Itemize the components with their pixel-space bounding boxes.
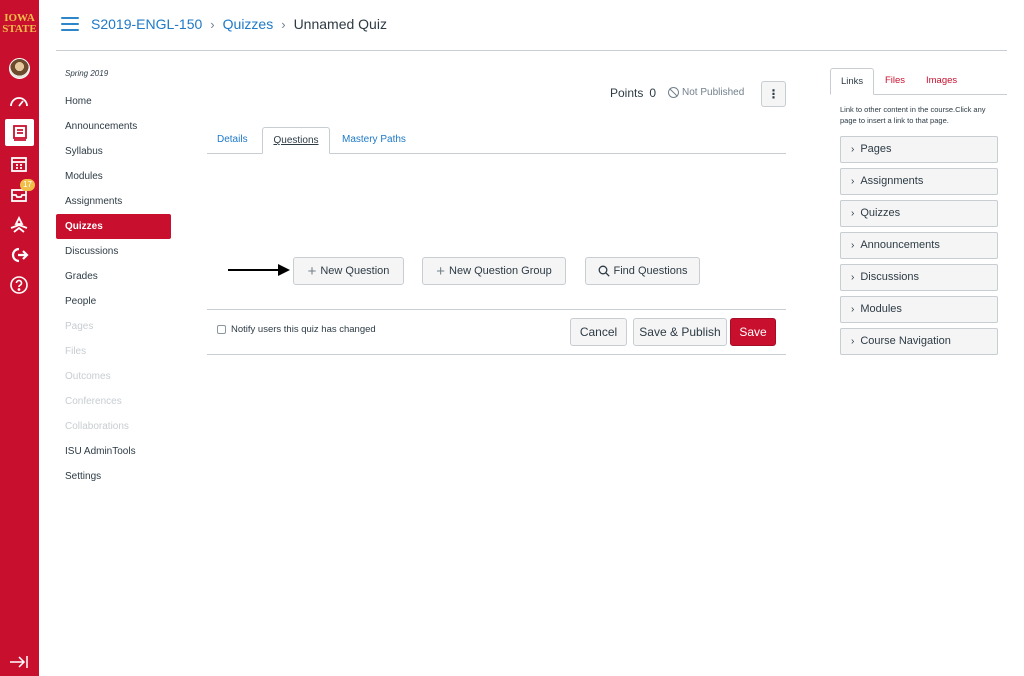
course-nav-item-isu-admintools[interactable]: ISU AdminTools bbox=[56, 439, 171, 464]
more-options-button[interactable]: ⋮ bbox=[761, 81, 786, 107]
breadcrumb-course[interactable]: S2019-ENGL-150 bbox=[91, 16, 202, 32]
section-quizzes[interactable]: › Quizzes bbox=[840, 200, 998, 227]
section-discussions[interactable]: › Discussions bbox=[840, 264, 998, 291]
inbox-badge: 17 bbox=[20, 179, 35, 191]
section-label: Modules bbox=[860, 303, 902, 315]
new-question-button[interactable]: + New Question bbox=[293, 257, 404, 285]
section-label: Announcements bbox=[860, 239, 940, 251]
section-label: Assignments bbox=[860, 175, 924, 187]
section-announcements[interactable]: › Announcements bbox=[840, 232, 998, 259]
new-question-label: New Question bbox=[320, 265, 390, 277]
publish-status-label: Not Published bbox=[682, 87, 745, 98]
save-publish-button[interactable]: Save & Publish bbox=[633, 318, 727, 346]
arrow-annotation-icon bbox=[228, 264, 290, 276]
links-help-text: Link to other content in the course.Clic… bbox=[840, 105, 986, 125]
logout-icon[interactable] bbox=[7, 243, 31, 267]
course-nav-item-syllabus[interactable]: Syllabus bbox=[56, 139, 171, 164]
logo-line-2: STATE bbox=[2, 23, 37, 35]
footer-divider bbox=[207, 354, 786, 355]
calendar-icon[interactable] bbox=[7, 152, 31, 176]
section-label: Pages bbox=[860, 143, 892, 155]
commons-icon[interactable] bbox=[7, 213, 31, 237]
course-nav-item-quizzes[interactable]: Quizzes bbox=[56, 214, 171, 239]
chevron-right-icon: › bbox=[851, 304, 855, 315]
save-button[interactable]: Save bbox=[730, 318, 776, 346]
actions-divider bbox=[207, 309, 786, 310]
course-nav-item-outcomes[interactable]: Outcomes bbox=[56, 364, 171, 389]
plus-icon: + bbox=[436, 262, 446, 280]
course-nav-item-discussions[interactable]: Discussions bbox=[56, 239, 171, 264]
points-display: Points 0 bbox=[610, 86, 656, 100]
publish-status: Not Published bbox=[668, 87, 744, 98]
chevron-right-icon: › bbox=[281, 16, 286, 32]
course-nav-item-announcements[interactable]: Announcements bbox=[56, 114, 171, 139]
global-nav: IOWA STATE 17 bbox=[0, 0, 39, 676]
points-value: 0 bbox=[649, 86, 657, 100]
hamburger-bar bbox=[61, 23, 79, 25]
notify-option[interactable]: Notify users this quiz has changed bbox=[217, 324, 376, 335]
chevron-right-icon: › bbox=[851, 336, 855, 347]
tab-images[interactable]: Images bbox=[916, 68, 967, 95]
chevron-right-icon: › bbox=[851, 144, 855, 155]
breadcrumb-current: Unnamed Quiz bbox=[293, 16, 387, 32]
course-nav-item-grades[interactable]: Grades bbox=[56, 264, 171, 289]
points-label: Points bbox=[610, 86, 644, 100]
section-pages[interactable]: › Pages bbox=[840, 136, 998, 163]
chevron-right-icon: › bbox=[851, 272, 855, 283]
tab-links[interactable]: Links bbox=[830, 68, 875, 95]
find-questions-label: Find Questions bbox=[613, 265, 688, 277]
course-nav: Home Announcements Syllabus Modules Assignme… bbox=[56, 89, 171, 489]
course-nav-item-collaborations[interactable]: Collaborations bbox=[56, 414, 171, 439]
course-nav-item-assignments[interactable]: Assignments bbox=[56, 189, 171, 214]
tab-mastery-paths[interactable]: Mastery Paths bbox=[332, 127, 416, 154]
section-modules[interactable]: › Modules bbox=[840, 296, 998, 323]
account-avatar[interactable] bbox=[9, 58, 30, 79]
section-label: Quizzes bbox=[860, 207, 901, 219]
help-icon[interactable] bbox=[7, 273, 31, 297]
section-label: Course Navigation bbox=[860, 335, 951, 347]
section-label: Discussions bbox=[860, 271, 920, 283]
collapse-nav-icon[interactable] bbox=[8, 654, 30, 670]
tab-details[interactable]: Details bbox=[207, 127, 258, 154]
term-label: Spring 2019 bbox=[65, 69, 109, 78]
tab-files[interactable]: Files bbox=[875, 68, 915, 95]
course-nav-item-pages[interactable]: Pages bbox=[56, 314, 171, 339]
quiz-tabs: Details Questions Mastery Paths bbox=[207, 127, 786, 154]
search-icon bbox=[598, 265, 610, 277]
hamburger-bar bbox=[61, 17, 79, 19]
breadcrumb-quizzes[interactable]: Quizzes bbox=[223, 16, 274, 32]
dashboard-icon[interactable] bbox=[7, 90, 31, 114]
course-nav-item-settings[interactable]: Settings bbox=[56, 464, 171, 489]
section-assignments[interactable]: › Assignments bbox=[840, 168, 998, 195]
course-nav-item-people[interactable]: People bbox=[56, 289, 171, 314]
chevron-right-icon: › bbox=[210, 16, 215, 32]
header-divider bbox=[56, 50, 1007, 51]
course-nav-item-conferences[interactable]: Conferences bbox=[56, 389, 171, 414]
courses-icon[interactable] bbox=[5, 119, 34, 146]
new-question-group-label: New Question Group bbox=[449, 265, 552, 277]
chevron-right-icon: › bbox=[851, 208, 855, 219]
course-menu-toggle[interactable] bbox=[61, 17, 79, 31]
new-question-group-button[interactable]: + New Question Group bbox=[422, 257, 566, 285]
course-nav-item-files[interactable]: Files bbox=[56, 339, 171, 364]
institution-logo[interactable]: IOWA STATE bbox=[0, 13, 39, 35]
cancel-button[interactable]: Cancel bbox=[570, 318, 627, 346]
notify-checkbox[interactable] bbox=[217, 325, 226, 334]
find-questions-button[interactable]: Find Questions bbox=[585, 257, 700, 285]
tab-questions[interactable]: Questions bbox=[262, 127, 330, 154]
breadcrumb: S2019-ENGL-150 › Quizzes › Unnamed Quiz bbox=[91, 16, 387, 32]
chevron-right-icon: › bbox=[851, 176, 855, 187]
course-nav-item-modules[interactable]: Modules bbox=[56, 164, 171, 189]
course-nav-item-home[interactable]: Home bbox=[56, 89, 171, 114]
content-tabs: Links Files Images bbox=[830, 68, 1007, 95]
section-course-navigation[interactable]: › Course Navigation bbox=[840, 328, 998, 355]
hamburger-bar bbox=[61, 29, 79, 31]
chevron-right-icon: › bbox=[851, 240, 855, 251]
not-published-icon bbox=[668, 87, 679, 98]
notify-label: Notify users this quiz has changed bbox=[231, 324, 376, 335]
plus-icon: + bbox=[307, 262, 317, 280]
